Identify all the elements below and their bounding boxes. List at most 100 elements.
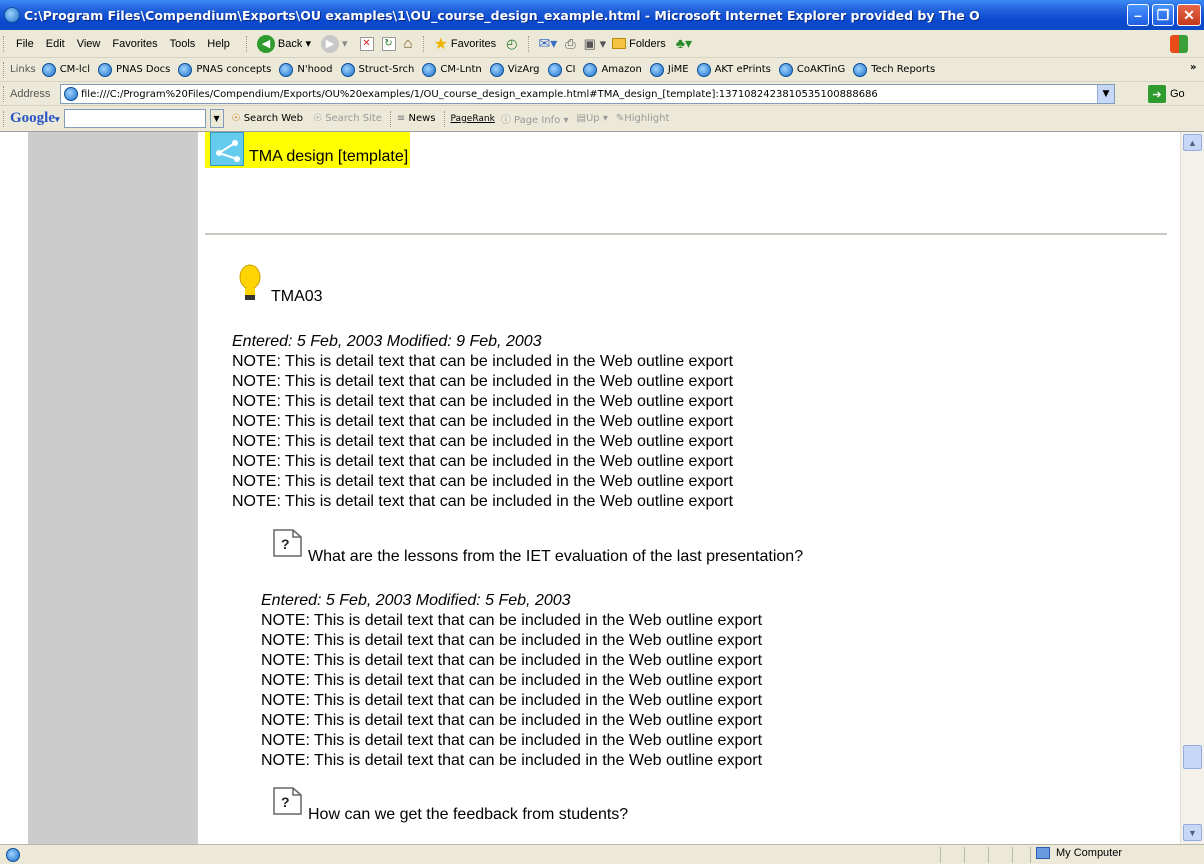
note-line: NOTE: This is detail text that can be in… [261, 632, 763, 649]
note-line: NOTE: This is detail text that can be in… [232, 493, 734, 510]
left-gutter [28, 132, 198, 844]
address-input[interactable]: file:///C:/Program%20Files/Compendium/Ex… [60, 84, 1115, 104]
link-ci[interactable]: CI [547, 62, 575, 77]
address-dropdown-icon[interactable]: ▼ [1097, 85, 1114, 103]
messenger-icon[interactable]: ♣▾ [676, 35, 692, 52]
stop-icon[interactable]: ✕ [359, 36, 374, 51]
folders-button[interactable]: Folders [612, 38, 666, 50]
google-toolbar: Google▾ ▼ ☉ Search Web ☉ Search Site ≡ N… [0, 106, 1204, 132]
ie-page-icon [340, 62, 355, 77]
node-meta: Entered: 5 Feb, 2003 Modified: 9 Feb, 20… [232, 333, 542, 350]
page-status-icon [6, 847, 20, 862]
search-web-button[interactable]: ☉ Search Web [232, 113, 304, 124]
vertical-scrollbar[interactable]: ▲ ▼ [1180, 132, 1204, 844]
close-button[interactable]: ✕ [1177, 4, 1201, 26]
history-icon[interactable]: ◴ [506, 36, 517, 52]
favorites-button[interactable]: ★ Favorites [434, 34, 497, 54]
link-amazon[interactable]: Amazon [583, 62, 642, 77]
menu-favorites[interactable]: Favorites [106, 38, 163, 50]
title-bar: C:\Program Files\Compendium\Exports\OU e… [0, 0, 1204, 30]
scroll-down-button[interactable]: ▼ [1183, 824, 1202, 841]
link-tech-reports[interactable]: Tech Reports [853, 62, 935, 77]
google-logo[interactable]: Google▾ [10, 110, 60, 127]
link-struct-srch[interactable]: Struct-Srch [340, 62, 414, 77]
node-meta: Entered: 5 Feb, 2003 Modified: 5 Feb, 20… [261, 592, 571, 609]
menu-view[interactable]: View [71, 38, 107, 50]
ie-page-icon [696, 62, 711, 77]
chevron-more-icon[interactable]: » [1190, 62, 1196, 73]
link-coakting[interactable]: CoAKTinG [778, 62, 845, 77]
folder-icon [612, 38, 627, 49]
note-line: NOTE: This is detail text that can be in… [261, 672, 763, 689]
maximize-button[interactable]: ❐ [1152, 4, 1174, 26]
star-icon: ★ [433, 35, 448, 53]
mail-icon[interactable]: ✉▾ [539, 35, 558, 52]
home-icon[interactable]: ⌂ [404, 35, 413, 52]
node-title-question[interactable]: What are the lessons from the IET evalua… [308, 547, 803, 567]
ie-page-icon [489, 62, 504, 77]
ie-page-icon [41, 62, 56, 77]
edit-icon[interactable]: ▣ ▾ [584, 36, 606, 52]
search-site-icon: ☉ [313, 113, 322, 124]
forward-arrow-icon[interactable]: ▶ [320, 34, 339, 53]
note-line: NOTE: This is detail text that can be in… [261, 712, 763, 729]
link-pnas-concepts[interactable]: PNAS concepts [178, 62, 271, 77]
address-bar: Address file:///C:/Program%20Files/Compe… [0, 82, 1204, 106]
note-line: NOTE: This is detail text that can be in… [261, 732, 763, 749]
address-label: Address [10, 87, 51, 100]
news-icon: ≡ [396, 113, 406, 124]
links-label: Links [10, 64, 36, 75]
info-icon: ⓘ [500, 115, 511, 126]
binoculars-icon: ☉ [231, 113, 241, 124]
news-button[interactable]: ≡ News [397, 113, 436, 124]
links-bar: Links CM-lcl PNAS Docs PNAS concepts N'h… [0, 58, 1204, 82]
status-bar: My Computer [0, 844, 1204, 864]
ie-page-icon [178, 62, 193, 77]
link-vizarg[interactable]: VizArg [489, 62, 540, 77]
divider [205, 233, 1167, 235]
link-akt-eprints[interactable]: AKT ePrints [696, 62, 771, 77]
search-site-button[interactable]: ☉ Search Site [313, 113, 382, 124]
node-title-question[interactable]: How can we get the feedback from student… [308, 805, 628, 825]
link-jime[interactable]: JiME [649, 62, 689, 77]
minimize-button[interactable]: – [1127, 4, 1149, 26]
link-cm-lntn[interactable]: CM-Lntn [422, 62, 482, 77]
note-line: NOTE: This is detail text that can be in… [232, 453, 734, 470]
link-pnas-docs[interactable]: PNAS Docs [97, 62, 170, 77]
ie-app-icon[interactable] [4, 7, 20, 23]
menu-edit[interactable]: Edit [40, 38, 71, 50]
ie-page-icon [97, 62, 112, 77]
note-line: NOTE: This is detail text that can be in… [232, 353, 734, 370]
highlight-button[interactable]: ✎Highlight [616, 113, 670, 124]
up-folder-icon: ▤ [576, 113, 586, 124]
menu-tools[interactable]: Tools [164, 38, 202, 50]
node-title-tma03[interactable]: TMA03 [271, 287, 323, 307]
ie-page-icon [64, 87, 78, 101]
ie-page-icon [422, 62, 437, 77]
ie-page-icon [778, 62, 793, 77]
map-title-text: TMA design [template] [249, 148, 409, 165]
map-title[interactable]: TMA design [template] [205, 132, 411, 168]
window-title: C:\Program Files\Compendium\Exports\OU e… [24, 7, 980, 23]
scroll-up-button[interactable]: ▲ [1183, 134, 1202, 151]
google-search-input[interactable] [63, 109, 206, 128]
back-button[interactable]: ◀ Back ▾ [256, 34, 311, 53]
question-icon: ? [271, 527, 305, 564]
go-button[interactable]: ➔ Go [1148, 85, 1185, 103]
pagerank-indicator[interactable]: PageRank [451, 114, 495, 124]
link-cm-lcl[interactable]: CM-lcl [41, 62, 90, 77]
menu-help[interactable]: Help [201, 38, 236, 50]
security-zone: My Computer [1036, 847, 1122, 859]
page-info-button[interactable]: ⓘ Page Info ▾ [501, 111, 569, 126]
back-arrow-icon: ◀ [256, 34, 275, 53]
up-button[interactable]: ▤Up ▾ [577, 113, 608, 124]
refresh-icon[interactable]: ↻ [381, 36, 396, 51]
link-nhood[interactable]: N'hood [279, 62, 333, 77]
scroll-thumb[interactable] [1183, 745, 1202, 769]
google-search-dropdown-icon[interactable]: ▼ [209, 109, 224, 128]
print-icon[interactable]: ⎙ [565, 36, 575, 52]
menu-bar: File Edit View Favorites Tools Help ◀ Ba… [0, 30, 1204, 58]
map-node-icon [210, 132, 244, 166]
menu-file[interactable]: File [10, 38, 40, 50]
note-line: NOTE: This is detail text that can be in… [232, 413, 734, 430]
